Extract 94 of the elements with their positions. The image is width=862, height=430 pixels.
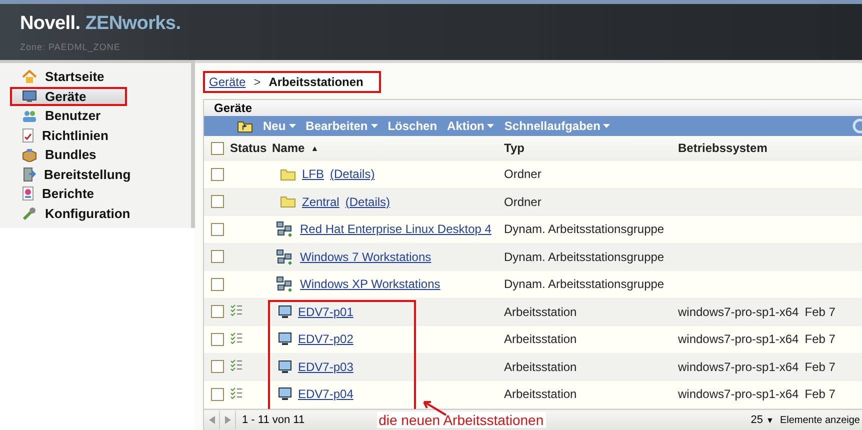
device-link[interactable]: Windows 7 Workstations [300,250,432,264]
folder-icon [280,195,296,208]
type-cell-text: Arbeitsstation [504,304,578,319]
row-checkbox[interactable] [211,222,224,236]
monitor-icon [278,387,292,402]
sidebar-item[interactable]: Bundles [0,145,191,164]
monitor-icon [22,90,37,103]
breadcrumb-separator: > [254,75,261,89]
status-list-icon [230,304,242,316]
pointer-arrow [422,400,448,416]
device-link[interactable]: Windows XP Workstations [300,277,440,292]
server-icon [22,166,36,182]
annotation-note: die neuen Arbeitsstationen [376,412,546,428]
caret-icon [487,124,494,128]
row-checkbox[interactable] [211,360,224,374]
details-link[interactable]: (Details) [345,194,390,209]
page-size-select[interactable]: 25 ▼ [750,414,774,426]
box-icon [22,148,37,162]
device-link[interactable]: EDV7-p03 [298,360,354,374]
row-checkbox[interactable] [211,388,224,401]
date-cell: Feb 7 [804,304,836,319]
device-link[interactable]: Zentral [302,194,340,209]
details-link[interactable]: (Details) [330,167,375,182]
device-link[interactable]: EDV7-p04 [298,387,354,402]
network-icon [276,276,294,292]
breadcrumb-link[interactable]: Geräte [209,75,246,89]
date-cell: Feb 7 [804,360,836,374]
monitor-icon [278,332,292,346]
row-checkbox[interactable] [211,278,224,291]
type-cell-text: Arbeitsstation [504,360,578,374]
caret-icon [288,124,296,128]
type-cell-text: Arbeitsstation [504,332,578,346]
os-cell: windows7-pro-sp1-x64 [678,304,799,319]
sidebar-item[interactable]: Benutzer [0,106,191,126]
type-cell-text: Dynam. Arbeitsstationsgruppe [504,222,666,236]
network-icon [276,248,294,265]
status-list-icon [230,359,242,372]
device-link[interactable]: EDV7-p02 [298,332,354,346]
folder-icon [280,168,296,181]
sidebar-item[interactable]: Geräte [10,86,127,106]
caret-icon [370,124,378,128]
column-header[interactable]: Typ [504,141,678,155]
sidebar-item[interactable]: Bereitstellung [0,164,191,184]
table-row[interactable]: EDV7-p03 Arbeitsstation windows7-pro-sp1-x64 Feb 7 [204,354,862,381]
wrench-icon [22,206,37,221]
type-cell-text: Dynam. Arbeitsstationsgruppe [504,250,666,264]
os-cell: windows7-pro-sp1-x64 [678,332,799,346]
caret-icon [603,124,610,128]
device-link[interactable]: EDV7-p01 [298,304,354,319]
select-all-checkbox[interactable] [211,142,224,154]
row-checkbox[interactable] [211,332,224,346]
column-header[interactable]: Name [272,141,305,155]
os-cell: windows7-pro-sp1-x64 [678,387,799,402]
page-range: 1 - 11 von 11 [242,414,305,426]
row-checkbox[interactable] [211,305,224,318]
monitor-icon [278,304,292,319]
network-icon [276,221,294,238]
status-list-icon [230,386,242,399]
table-row[interactable]: EDV7-p01 Arbeitsstation windows7-pro-sp1-x64 Feb 7 [204,298,862,326]
monitor-icon [278,360,292,374]
row-checkbox[interactable] [211,195,224,208]
sidebar-item[interactable]: Konfiguration [0,204,191,223]
date-cell: Feb 7 [804,332,836,346]
page-size-label: Elemente anzeige [780,414,860,426]
right-triangle-icon [224,416,230,424]
type-cell-text: Ordner [504,194,542,209]
table-row[interactable]: Windows 7 Workstations Dynam. Arbeitsstationsgruppe [204,244,862,271]
column-header[interactable]: Betriebssystem [678,141,862,155]
type-cell-text: Dynam. Arbeitsstationsgruppe [504,277,666,292]
panel-title: Geräte [204,99,862,116]
status-list-icon [230,332,242,344]
users-icon [22,110,37,122]
report-icon [22,186,34,202]
device-link[interactable]: LFB [302,167,324,182]
product-logo: Novell. ZENworks. [20,13,181,35]
date-cell: Feb 7 [804,387,836,402]
row-checkbox[interactable] [211,168,224,181]
document-icon [22,128,34,143]
device-link[interactable]: Red Hat Enterprise Linux Desktop 4 [300,222,492,236]
left-triangle-icon [208,416,214,424]
type-cell-text: Ordner [504,167,542,182]
table-row[interactable]: Zentral (Details) Ordner [204,188,862,216]
zone-label: Zone: PAEDML_ZONE [20,42,120,52]
row-checkbox[interactable] [211,250,224,264]
os-cell: windows7-pro-sp1-x64 [678,360,799,374]
type-cell-text: Arbeitsstation [504,387,578,402]
column-header[interactable]: Status [230,141,270,155]
sort-indicator: ▲ [310,144,319,152]
sidebar-item[interactable]: Richtlinien [0,126,191,145]
sidebar-item[interactable]: Startseite [0,67,191,86]
breadcrumb-current: Arbeitsstationen [268,75,364,89]
folder-up-icon[interactable] [237,120,253,132]
sidebar-item[interactable]: Berichte [0,184,191,204]
home-icon [22,70,37,84]
